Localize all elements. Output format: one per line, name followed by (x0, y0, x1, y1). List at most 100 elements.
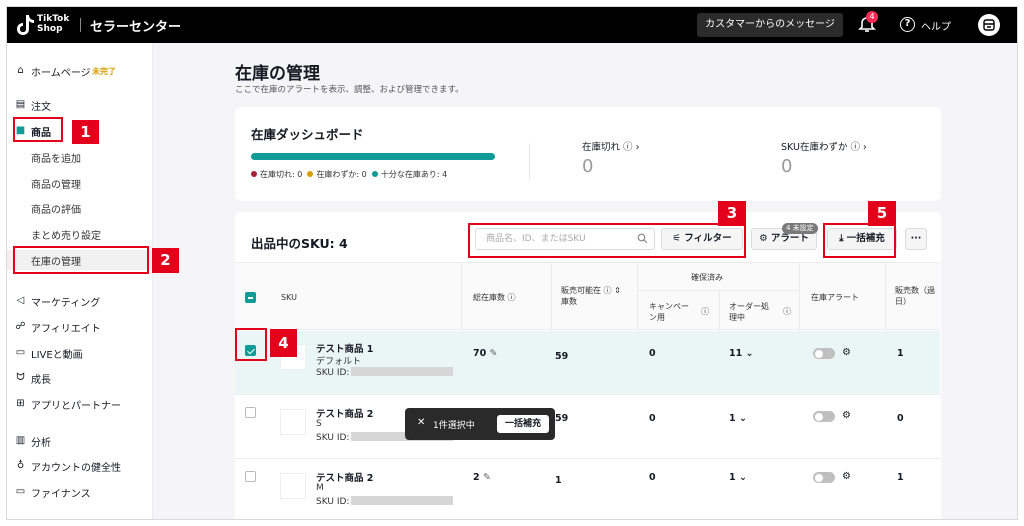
alert-toggle[interactable] (813, 411, 835, 422)
sidebar-item-label: 分析 (31, 438, 51, 449)
row-checkbox[interactable] (245, 471, 256, 482)
col-campaign-line1: キャンペー (649, 302, 689, 311)
stat-label-text: 在庫切れ (582, 142, 621, 153)
total-stock-cell[interactable]: 70 ✎ (473, 348, 498, 359)
product-name[interactable]: テスト商品 2 (316, 406, 373, 420)
info-icon: ⓘ (850, 142, 861, 153)
sidebar-item-live-video[interactable]: ▭ LIVEと動画 (7, 343, 153, 363)
sku-id-label: SKU ID: (316, 433, 350, 443)
campaign-stock-cell: 0 (649, 472, 656, 483)
product-name[interactable]: テスト商品 1 (316, 341, 373, 355)
col-total-stock[interactable]: 総在庫数 ⓘ (473, 292, 516, 303)
info-icon: ⓘ (507, 293, 516, 302)
sidebar-item-orders[interactable]: ▤ 注文 (7, 95, 153, 115)
chevron-right-icon: › (635, 142, 640, 153)
unset-alert-badge: 4 未設定 (782, 223, 818, 234)
help-icon[interactable]: ? (900, 17, 915, 32)
product-thumbnail (280, 409, 306, 435)
sidebar-item-growth[interactable]: ᗢ 成長 (7, 368, 153, 388)
total-stock-value: 2 (473, 472, 480, 483)
column-divider (461, 263, 462, 331)
page-title: 在庫の管理 (235, 64, 320, 84)
sidebar-item-home[interactable]: ⌂ ホームページ 未完了 (7, 61, 153, 81)
toast-bulk-restock-button[interactable]: 一括補充 (497, 415, 549, 433)
sku-count-title: 出品中のSKU: 4 (251, 236, 348, 251)
col-order-line1: オーダー処 (729, 302, 769, 311)
stock-progress-bar (251, 153, 495, 160)
sales-cell: 1 (897, 348, 904, 359)
stat-low-stock-label[interactable]: SKU在庫わずか ⓘ › (781, 139, 867, 153)
col-sku: SKU (281, 293, 297, 302)
sidebar-item-product-reviews[interactable]: 商品の評価 (7, 198, 153, 218)
processing-stock-cell[interactable]: 11 ⌄ (729, 348, 754, 359)
column-divider (637, 263, 638, 331)
chevron-down-icon: ⌄ (745, 348, 754, 359)
logo-divider (80, 18, 81, 32)
sidebar-item-analytics[interactable]: ▥ 分析 (7, 431, 153, 451)
clipboard-icon: ▤ (15, 99, 26, 110)
gear-icon[interactable]: ⚙ (842, 347, 851, 358)
col-available-stock[interactable]: 販売可能在 ⓘ ⇕ 庫数 (561, 285, 621, 307)
close-icon[interactable]: ✕ (417, 417, 425, 428)
annotation-box-1 (13, 117, 63, 142)
dashboard-title: 在庫ダッシュボード (251, 127, 364, 142)
alert-toggle[interactable] (813, 348, 835, 359)
sidebar-item-apps-partners[interactable]: ⊞ アプリとパートナー (7, 394, 153, 414)
gear-icon: ⚙ (759, 233, 768, 244)
sidebar-item-add-product[interactable]: 商品を追加 (7, 147, 153, 167)
logo-text: TikTok Shop (37, 14, 69, 34)
processing-stock-cell[interactable]: 1 ⌄ (729, 472, 747, 483)
annotation-tag-3: 3 (718, 201, 746, 226)
dashboard-divider (529, 143, 530, 179)
column-divider (799, 263, 800, 331)
logo-line-tiktok: TikTok (37, 14, 70, 24)
gear-icon[interactable]: ⚙ (842, 471, 851, 482)
sidebar-item-affiliate[interactable]: ☍ アフィリエイト (7, 317, 153, 337)
annotation-tag-1: 1 (72, 120, 99, 144)
sidebar-item-account-health[interactable]: ♁ アカウントの健全性 (7, 456, 153, 476)
table-row[interactable]: テスト商品 2 M SKU ID: 2 ✎ 1 0 1 ⌄ ⚙ 1 (235, 460, 940, 519)
info-icon: ⓘ (701, 307, 709, 316)
alert-toggle[interactable] (813, 472, 835, 483)
processing-value: 11 (729, 348, 743, 359)
row-checkbox[interactable] (245, 407, 256, 418)
processing-value: 1 (729, 472, 736, 483)
trophy-icon: ♁ (16, 460, 25, 471)
header-row-divider (637, 290, 799, 291)
page-subtitle: ここで在庫のアラートを表示、調整、および管理できます。 (235, 85, 464, 95)
wallet-icon: ▭ (15, 486, 26, 497)
sidebar-item-label: 注文 (31, 102, 51, 113)
processing-stock-cell[interactable]: 1 ⌄ (729, 413, 747, 424)
more-button[interactable]: ··· (905, 228, 927, 250)
col-order-line2: 理中 (729, 313, 745, 322)
col-sales-line1: 販売数（過 (895, 286, 935, 295)
total-stock-cell[interactable]: 2 ✎ (473, 472, 491, 483)
help-label[interactable]: ヘルプ (921, 18, 951, 33)
shop-avatar[interactable] (978, 14, 1000, 36)
legend-enough-stock: 十分な在庫あり: 4 (380, 170, 448, 179)
product-name[interactable]: テスト商品 2 (316, 470, 373, 484)
col-campaign-line2: ン用 (649, 313, 665, 322)
select-all-checkbox[interactable] (245, 292, 256, 303)
sidebar-item-marketing[interactable]: ◁ マーケティング (7, 291, 153, 311)
annotation-box-2 (13, 246, 149, 274)
stat-low-stock-value: 0 (781, 156, 793, 177)
apps-grid-icon: ⊞ (16, 398, 25, 409)
col-reserved: 確保済み (691, 273, 723, 282)
campaign-stock-cell: 0 (649, 348, 656, 359)
product-thumbnail (280, 473, 306, 499)
chevron-down-icon: ⌄ (738, 413, 747, 424)
col-total-stock-label: 総在庫数 (473, 293, 505, 302)
table-row[interactable]: テスト商品 1 デフォルト SKU ID: 70 ✎ 59 0 11 ⌄ ⚙ 1 (235, 331, 940, 395)
sidebar-item-bundle-settings[interactable]: まとめ売り設定 (7, 224, 153, 244)
chevron-down-icon: ⌄ (738, 472, 747, 483)
gear-icon[interactable]: ⚙ (842, 410, 851, 421)
annotation-tag-4: 4 (270, 329, 297, 357)
stat-out-of-stock-label[interactable]: 在庫切れ ⓘ › (582, 139, 639, 153)
table-row[interactable]: テスト商品 2 S SKU ID: 70 59 0 1 ⌄ ⚙ 0 (235, 396, 940, 459)
sidebar-item-manage-products[interactable]: 商品の管理 (7, 173, 153, 193)
sidebar-item-finance[interactable]: ▭ ファイナンス (7, 482, 153, 502)
tiktok-logo-icon (17, 15, 34, 35)
medal-icon: ᗢ (16, 372, 25, 383)
customer-messages-button[interactable]: カスタマーからのメッセージ (697, 13, 843, 37)
